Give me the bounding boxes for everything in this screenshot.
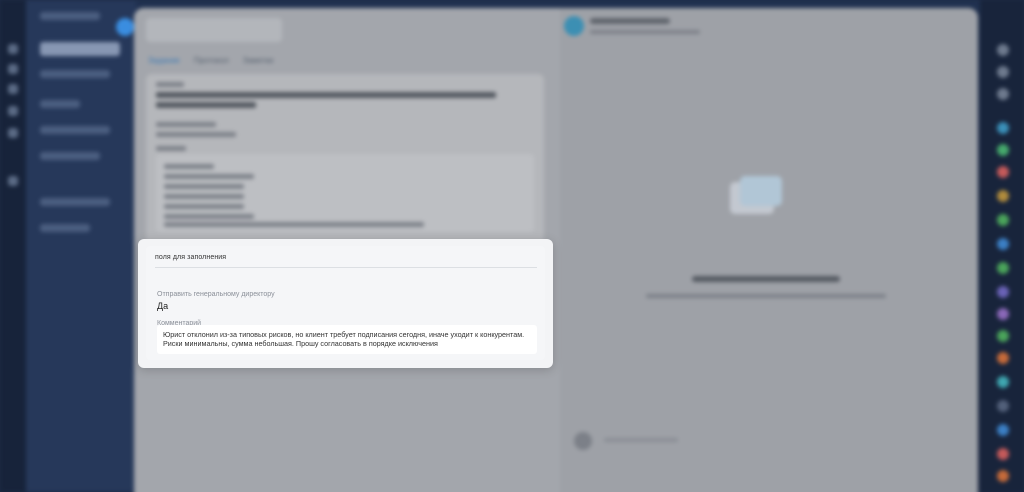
contact-avatar-icon[interactable] — [997, 330, 1009, 342]
list-item[interactable] — [40, 126, 110, 134]
discussion-title — [590, 18, 670, 24]
contact-avatar-icon[interactable] — [997, 286, 1009, 298]
description-line — [164, 184, 244, 189]
comment-value: Юрист отклонил из-за типовых рисков, но … — [157, 325, 537, 354]
app-left-panel — [26, 0, 136, 492]
page-heading — [40, 42, 120, 56]
contact-avatar-icon[interactable] — [997, 308, 1009, 320]
field-label — [156, 122, 216, 127]
add-button[interactable] — [116, 18, 134, 36]
contact-avatar-icon[interactable] — [997, 470, 1009, 482]
description-line — [164, 204, 244, 209]
list-item[interactable] — [40, 152, 100, 160]
contact-avatar-icon[interactable] — [997, 376, 1009, 388]
contact-avatar-icon[interactable] — [997, 400, 1009, 412]
comments-empty-illustration — [730, 176, 782, 216]
description-line — [164, 222, 424, 227]
app-name — [40, 12, 100, 20]
contact-avatar-icon[interactable] — [997, 352, 1009, 364]
contact-avatar-icon[interactable] — [997, 214, 1009, 226]
task-description — [156, 154, 534, 232]
list-item[interactable] — [40, 198, 110, 206]
field-label — [156, 146, 186, 151]
description-line — [164, 174, 254, 179]
empty-state-text — [646, 294, 886, 298]
contact-avatar-icon[interactable] — [997, 190, 1009, 202]
tab-task[interactable]: Задание — [148, 56, 180, 65]
contact-avatar-icon[interactable] — [997, 122, 1009, 134]
task-tabs: Задание Протокол Заметки — [148, 56, 273, 65]
contact-avatar-icon[interactable] — [997, 238, 1009, 250]
rail-icon[interactable] — [8, 44, 18, 54]
task-heading — [156, 92, 496, 98]
task-title — [146, 18, 282, 42]
field-value — [156, 132, 236, 137]
fields-popup: поля для заполнения Отправить генерально… — [138, 239, 553, 368]
task-card — [146, 74, 544, 254]
description-line — [164, 164, 214, 169]
fields-popup-content: поля для заполнения Отправить генерально… — [146, 246, 545, 360]
contact-avatar-icon[interactable] — [997, 166, 1009, 178]
contact-avatar-icon[interactable] — [997, 448, 1009, 460]
illustration-card — [740, 176, 782, 206]
rail-icon[interactable] — [8, 84, 18, 94]
left-rail — [0, 0, 26, 492]
list-header — [40, 100, 80, 108]
description-line — [164, 194, 244, 199]
empty-state-heading — [692, 276, 840, 282]
comment-input[interactable] — [604, 438, 678, 442]
contact-avatar-icon[interactable] — [997, 262, 1009, 274]
tab-protocol[interactable]: Протокол — [194, 56, 229, 65]
right-rail — [980, 0, 1024, 492]
discussion-subtitle — [590, 30, 700, 34]
discussion-icon — [564, 16, 584, 36]
rail-icon[interactable] — [8, 64, 18, 74]
task-heading — [156, 102, 256, 108]
comments-pane — [560, 8, 978, 492]
filter-chip[interactable] — [40, 70, 110, 78]
send-to-ceo-value: Да — [157, 301, 169, 311]
rail-icon[interactable] — [8, 106, 18, 116]
tab-notes[interactable]: Заметки — [243, 56, 274, 65]
field-label — [156, 82, 184, 87]
rail-icon[interactable] — [8, 128, 18, 138]
rail-icon[interactable] — [997, 44, 1009, 56]
list-item[interactable] — [40, 224, 90, 232]
send-to-ceo-label: Отправить генеральному директору — [157, 291, 275, 298]
rail-icon[interactable] — [997, 88, 1009, 100]
rail-icon[interactable] — [997, 66, 1009, 78]
popup-divider — [155, 267, 537, 268]
contact-avatar-icon[interactable] — [997, 424, 1009, 436]
user-avatar-icon — [574, 432, 592, 450]
popup-title: поля для заполнения — [155, 254, 227, 261]
rail-icon[interactable] — [8, 176, 18, 186]
contact-avatar-icon[interactable] — [997, 144, 1009, 156]
description-line — [164, 214, 254, 219]
